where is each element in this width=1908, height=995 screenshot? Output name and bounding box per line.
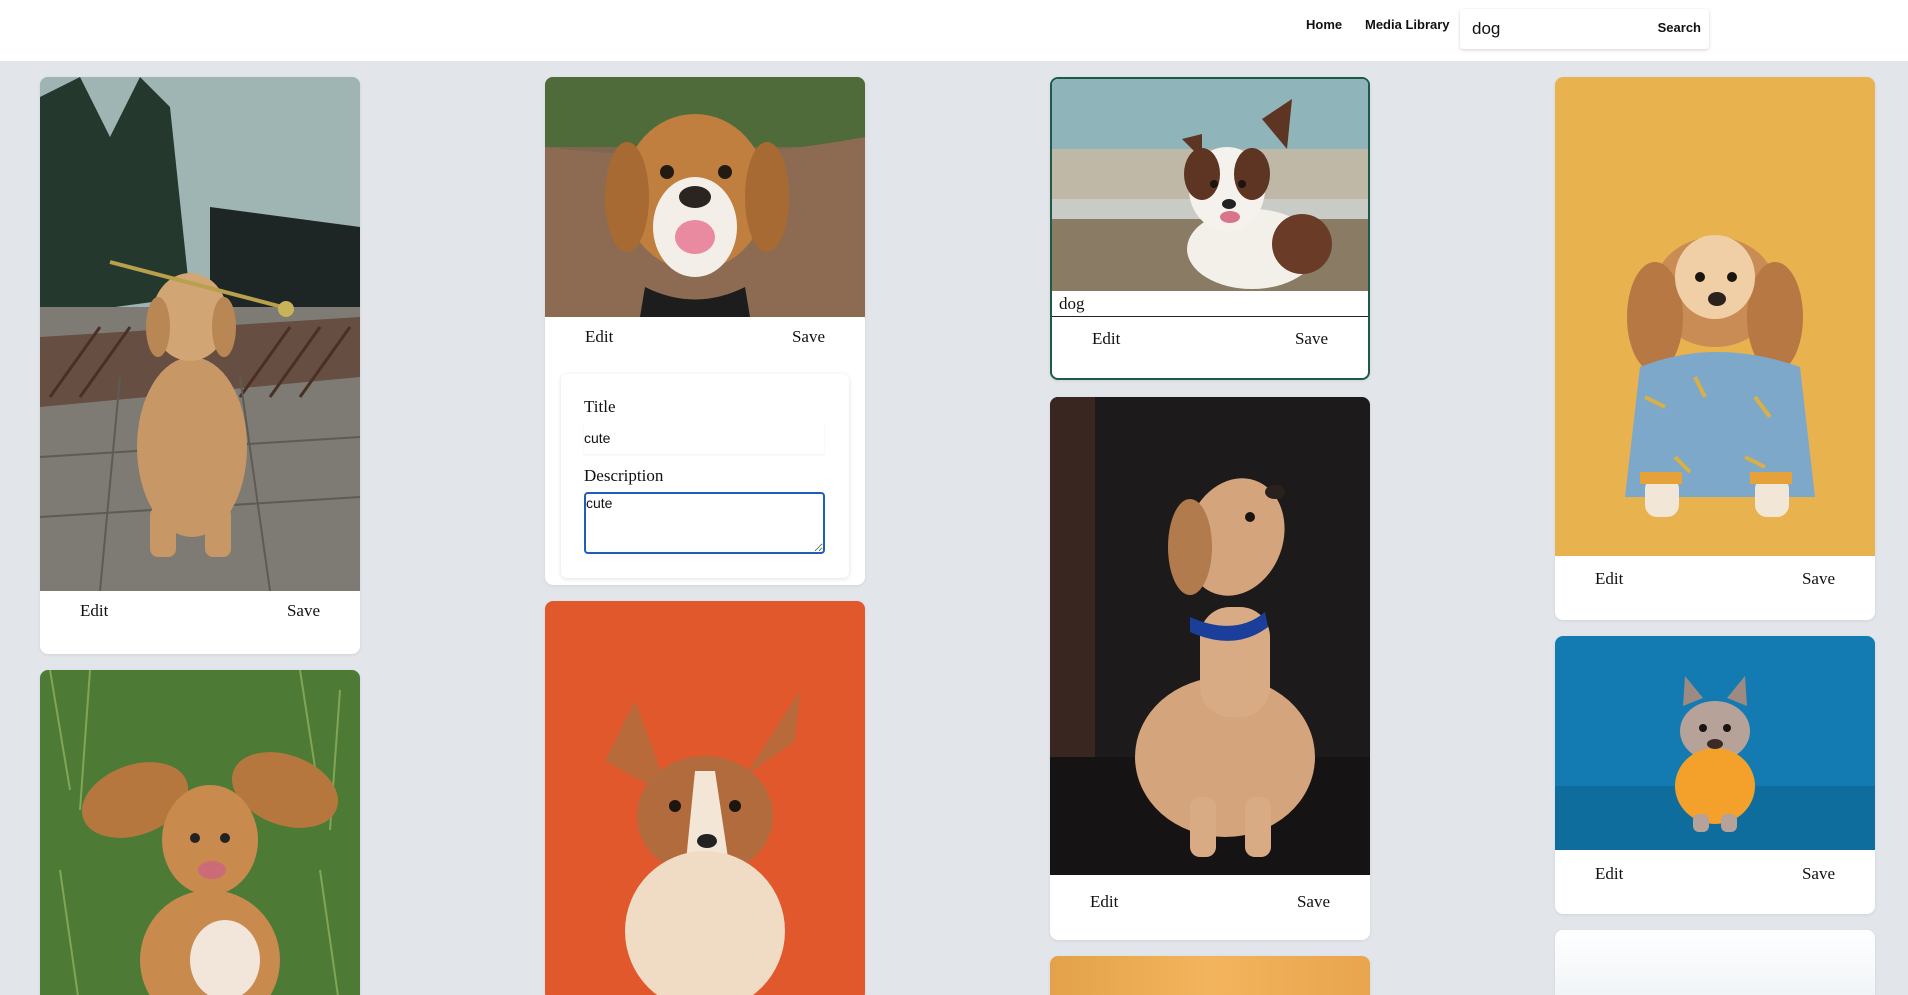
edit-form: Title Description cute — [561, 374, 849, 578]
dog-photo[interactable] — [1050, 956, 1370, 995]
partial-dog-image — [1555, 930, 1875, 995]
save-button[interactable]: Save — [287, 601, 320, 621]
description-textarea[interactable]: cute — [584, 492, 825, 554]
dog-photo[interactable] — [1050, 397, 1370, 875]
edit-button[interactable]: Edit — [1090, 892, 1118, 912]
search-button[interactable]: Search — [1658, 20, 1701, 35]
caption-input[interactable] — [1052, 291, 1368, 317]
nav-home-link[interactable]: Home — [1306, 17, 1342, 32]
card-actions: Edit Save — [1555, 559, 1875, 599]
media-card — [1050, 956, 1370, 995]
nav-media-library-link[interactable]: Media Library — [1365, 17, 1450, 32]
labrador-puppy-image — [1050, 397, 1370, 875]
french-bulldog-image — [1555, 636, 1875, 850]
card-actions: Edit Save — [40, 591, 360, 631]
edit-button[interactable]: Edit — [585, 327, 613, 347]
card-actions: Edit Save — [1555, 854, 1875, 894]
australian-shepherd-image — [1052, 79, 1368, 291]
media-card: Edit Save — [1050, 397, 1370, 940]
save-button[interactable]: Save — [1297, 892, 1330, 912]
top-navigation-bar: Home Media Library Search — [0, 0, 1908, 61]
card-actions: Edit Save — [1052, 319, 1368, 359]
corgi-puppy-image — [545, 601, 865, 995]
card-actions: Edit Save — [1050, 882, 1370, 922]
edit-button[interactable]: Edit — [80, 601, 108, 621]
poodle-in-pajamas-image — [1555, 77, 1875, 556]
save-button[interactable]: Save — [1802, 864, 1835, 884]
media-card-selected: Edit Save — [1050, 77, 1370, 380]
beagle-image — [545, 77, 865, 317]
card-actions: Edit Save — [545, 317, 865, 357]
media-card — [40, 670, 360, 995]
partial-dog-image — [1050, 956, 1370, 995]
save-button[interactable]: Save — [1295, 329, 1328, 349]
dog-photo[interactable] — [545, 77, 865, 317]
dog-photo[interactable] — [545, 601, 865, 995]
title-label: Title — [584, 397, 616, 416]
dog-photo[interactable] — [1555, 930, 1875, 995]
media-card — [545, 601, 865, 995]
search-box: Search — [1460, 9, 1709, 49]
dog-photo[interactable] — [40, 77, 360, 591]
media-card: Edit Save — [40, 77, 360, 654]
save-button[interactable]: Save — [792, 327, 825, 347]
edit-button[interactable]: Edit — [1092, 329, 1120, 349]
dog-photo[interactable] — [40, 670, 360, 995]
spaniel-in-grass-image — [40, 670, 360, 995]
dog-photo[interactable] — [1052, 79, 1368, 291]
title-input[interactable] — [584, 422, 824, 454]
save-button[interactable]: Save — [1802, 569, 1835, 589]
golden-retriever-image — [40, 77, 360, 591]
media-card: Edit Save Title Description cute — [545, 77, 865, 585]
media-card: Edit Save — [1555, 77, 1875, 620]
description-label: Description — [584, 466, 664, 485]
search-input[interactable] — [1460, 9, 1650, 49]
dog-photo[interactable] — [1555, 636, 1875, 850]
edit-button[interactable]: Edit — [1595, 569, 1623, 589]
media-card — [1555, 930, 1875, 995]
media-card: Edit Save — [1555, 636, 1875, 914]
dog-photo[interactable] — [1555, 77, 1875, 556]
edit-button[interactable]: Edit — [1595, 864, 1623, 884]
